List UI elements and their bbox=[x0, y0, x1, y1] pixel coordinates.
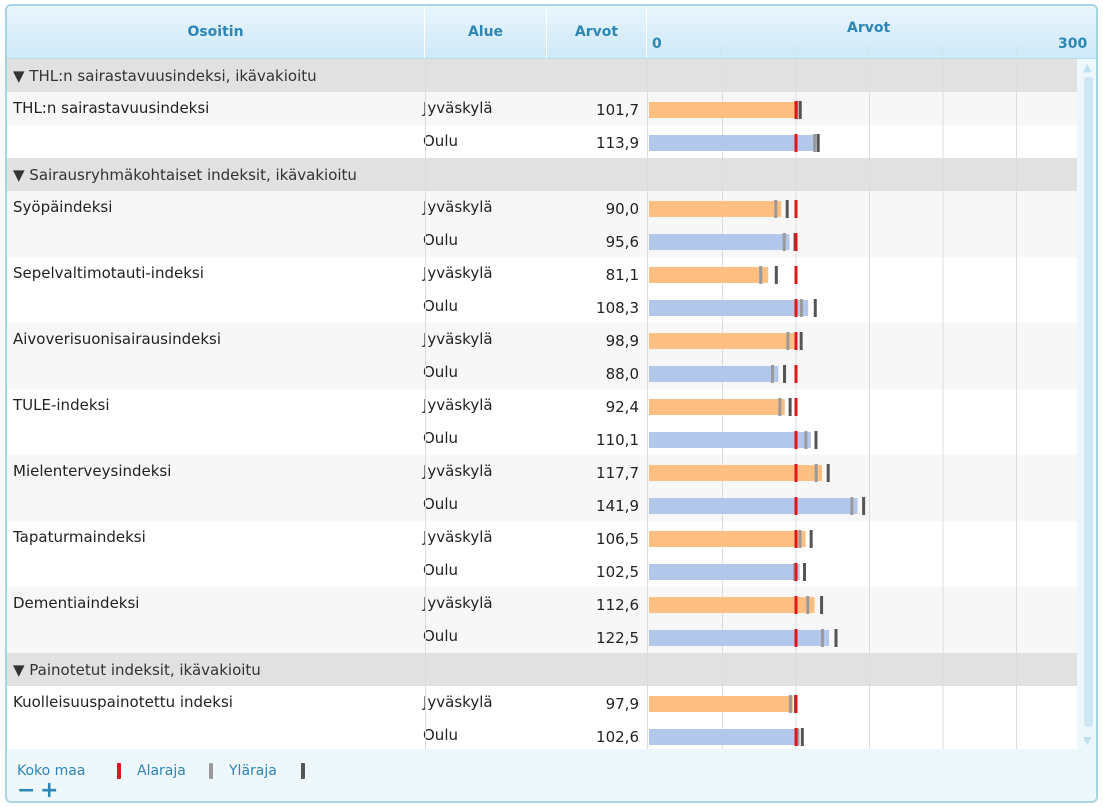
value-bar bbox=[649, 696, 793, 712]
legend-upper-limit-label: Yläraja bbox=[229, 763, 277, 779]
lower-limit-marker bbox=[799, 299, 803, 317]
value-bar bbox=[649, 267, 769, 283]
whole-country-marker bbox=[794, 530, 798, 548]
whole-country-marker bbox=[794, 629, 798, 647]
axis-tick bbox=[720, 46, 721, 56]
whole-country-marker bbox=[794, 365, 798, 383]
whole-country-marker bbox=[794, 233, 798, 251]
upper-limit-marker bbox=[816, 134, 820, 152]
scroll-up-icon[interactable]: ▲ bbox=[1083, 61, 1091, 74]
whole-country-marker bbox=[794, 200, 798, 218]
whole-country-marker bbox=[794, 728, 798, 746]
whole-country-marker bbox=[794, 596, 798, 614]
value-bar bbox=[649, 234, 790, 250]
axis-max-label: 300 bbox=[1058, 36, 1088, 52]
lower-limit-marker bbox=[788, 695, 792, 713]
upper-limit-marker bbox=[783, 365, 787, 383]
value-bar bbox=[649, 201, 782, 217]
lower-limit-marker bbox=[759, 266, 763, 284]
column-header-area[interactable]: Alue bbox=[425, 6, 547, 58]
bar-chart bbox=[649, 59, 1017, 749]
lower-limit-marker bbox=[774, 200, 778, 218]
upper-limit-marker bbox=[809, 530, 813, 548]
upper-limit-marker bbox=[774, 266, 778, 284]
axis-min-label: 0 bbox=[652, 36, 662, 52]
whole-country-marker bbox=[794, 299, 798, 317]
table-header: Osoitin Alue Arvot Arvot 0 300 bbox=[7, 6, 1096, 59]
value-bar bbox=[649, 597, 815, 613]
lower-limit-marker bbox=[806, 596, 810, 614]
whole-country-marker bbox=[794, 695, 798, 713]
scrollbar-thumb[interactable] bbox=[1084, 77, 1093, 727]
whole-country-marker bbox=[794, 266, 798, 284]
upper-limit-marker bbox=[826, 464, 830, 482]
upper-limit-marker bbox=[788, 398, 792, 416]
legend-lower-limit-label: Alaraja bbox=[137, 763, 186, 779]
lower-limit-marker bbox=[782, 233, 786, 251]
legend-upper-limit-marker bbox=[301, 763, 305, 779]
value-bar bbox=[649, 333, 795, 349]
lower-limit-marker bbox=[820, 629, 824, 647]
upper-limit-marker bbox=[800, 728, 804, 746]
axis-tick bbox=[794, 46, 795, 56]
zoom-out-button[interactable]: − bbox=[17, 780, 35, 802]
axis-tick bbox=[942, 46, 943, 56]
upper-limit-marker bbox=[799, 332, 803, 350]
whole-country-marker bbox=[794, 563, 798, 581]
value-bar bbox=[649, 729, 800, 745]
value-bar bbox=[649, 399, 785, 415]
value-bar bbox=[649, 300, 809, 316]
lower-limit-marker bbox=[850, 497, 854, 515]
column-separator bbox=[647, 59, 648, 749]
whole-country-marker bbox=[794, 101, 798, 119]
value-bar bbox=[649, 564, 800, 580]
lower-limit-marker bbox=[813, 134, 817, 152]
value-bar bbox=[649, 531, 806, 547]
upper-limit-marker bbox=[813, 299, 817, 317]
value-bar bbox=[649, 102, 799, 118]
whole-country-marker bbox=[794, 134, 798, 152]
column-header-indicator[interactable]: Osoitin bbox=[7, 6, 425, 58]
lower-limit-marker bbox=[798, 530, 802, 548]
value-bar bbox=[649, 630, 830, 646]
lower-limit-marker bbox=[814, 464, 818, 482]
upper-limit-marker bbox=[785, 200, 789, 218]
whole-country-marker bbox=[794, 398, 798, 416]
upper-limit-marker bbox=[834, 629, 838, 647]
whole-country-marker bbox=[794, 464, 798, 482]
whole-country-marker bbox=[794, 332, 798, 350]
column-header-value[interactable]: Arvot bbox=[547, 6, 647, 58]
legend-whole-country-marker bbox=[117, 763, 121, 779]
lower-limit-marker bbox=[786, 332, 790, 350]
axis-tick bbox=[1016, 46, 1017, 56]
value-bar bbox=[649, 432, 811, 448]
column-separator bbox=[425, 59, 426, 749]
legend-lower-limit-marker bbox=[209, 763, 213, 779]
legend-whole-country-label: Koko maa bbox=[17, 763, 86, 779]
indicator-table-panel: Osoitin Alue Arvot Arvot 0 300 ▼ THL:n s… bbox=[5, 4, 1098, 803]
lower-limit-marker bbox=[778, 398, 782, 416]
lower-limit-marker bbox=[770, 365, 774, 383]
whole-country-marker bbox=[794, 497, 798, 515]
upper-limit-marker bbox=[798, 101, 802, 119]
table-body: ▼ THL:n sairastavuusindeksi, ikävakioitu… bbox=[7, 59, 1077, 749]
lower-limit-marker bbox=[804, 431, 808, 449]
value-bar bbox=[649, 498, 858, 514]
chart-footer: Koko maa Alaraja Yläraja − + bbox=[7, 750, 1096, 802]
vertical-scrollbar[interactable]: ▲ ▼ bbox=[1081, 59, 1096, 749]
upper-limit-marker bbox=[862, 497, 866, 515]
upper-limit-marker bbox=[803, 563, 807, 581]
column-header-chart: Arvot bbox=[847, 20, 891, 36]
whole-country-marker bbox=[794, 431, 798, 449]
upper-limit-marker bbox=[820, 596, 824, 614]
value-bar bbox=[649, 135, 817, 151]
zoom-in-button[interactable]: + bbox=[40, 780, 58, 802]
upper-limit-marker bbox=[814, 431, 818, 449]
axis-tick bbox=[868, 46, 869, 56]
value-bar bbox=[649, 366, 779, 382]
scroll-down-icon[interactable]: ▼ bbox=[1083, 734, 1091, 747]
